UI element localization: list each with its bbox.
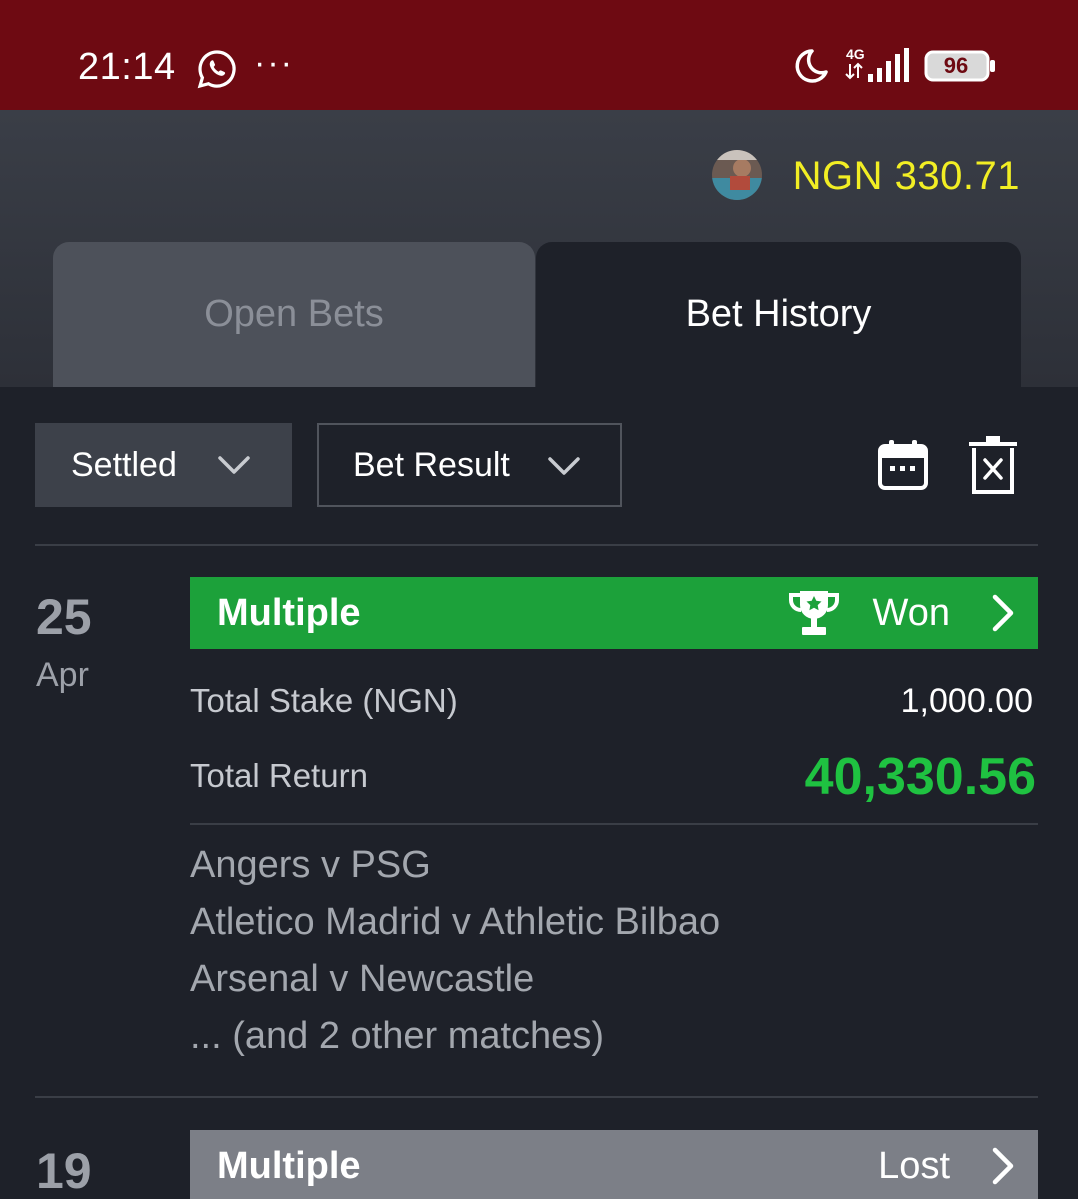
chevron-right-icon — [992, 1147, 1014, 1185]
status-more-dots: ··· — [254, 44, 294, 82]
bet-status: Lost — [878, 1144, 950, 1187]
settled-filter-label: Settled — [71, 445, 177, 484]
status-bar: 21:14 ··· 4G 96 — [0, 0, 1078, 110]
match-item: Atletico Madrid v Athletic Bilbao — [190, 901, 721, 943]
bet-type: Multiple — [217, 1144, 361, 1187]
divider — [35, 1096, 1038, 1098]
trophy-icon — [789, 591, 839, 635]
total-stake-value: 1,000.00 — [900, 682, 1033, 720]
settled-filter-dropdown[interactable]: Settled — [35, 423, 292, 507]
app-header: NGN 330.71 Open Bets Bet History — [0, 110, 1078, 387]
match-item: Angers v PSG — [190, 844, 431, 886]
bet-status-bar-lost[interactable]: Multiple Lost — [190, 1130, 1038, 1199]
chevron-right-icon — [992, 594, 1014, 632]
clear-filter-icon[interactable] — [966, 434, 1020, 496]
battery-icon: 96 — [924, 50, 998, 82]
signal-icon: 4G — [845, 46, 909, 82]
bet-date-month: Apr — [36, 656, 89, 694]
calendar-icon[interactable] — [876, 438, 930, 492]
total-stake-label: Total Stake (NGN) — [190, 682, 458, 719]
divider — [35, 544, 1038, 546]
bet-date-day: 19 — [36, 1143, 92, 1199]
match-item: Arsenal v Newcastle — [190, 958, 535, 1000]
whatsapp-icon — [197, 50, 236, 89]
battery-level: 96 — [943, 53, 969, 78]
total-return-value: 40,330.56 — [804, 748, 1036, 806]
chevron-down-icon — [218, 456, 250, 474]
status-time: 21:14 — [78, 46, 176, 88]
more-matches-note: ... (and 2 other matches) — [190, 1015, 604, 1057]
chevron-down-icon — [548, 457, 580, 475]
bet-status: Won — [872, 591, 950, 634]
tab-bet-history[interactable]: Bet History — [536, 242, 1021, 387]
bet-result-filter-dropdown[interactable]: Bet Result — [317, 423, 622, 507]
total-return-label: Total Return — [190, 757, 368, 794]
bet-type: Multiple — [217, 591, 361, 634]
bet-date-day: 25 — [36, 589, 92, 645]
divider — [190, 823, 1038, 825]
network-type-label: 4G — [846, 46, 865, 62]
bet-status-bar-won[interactable]: Multiple Won — [190, 577, 1038, 649]
avatar[interactable] — [712, 150, 762, 200]
bet-result-filter-label: Bet Result — [353, 445, 510, 484]
account-balance[interactable]: NGN 330.71 — [793, 154, 1020, 199]
moon-icon — [795, 49, 828, 83]
tab-open-bets[interactable]: Open Bets — [53, 242, 535, 387]
